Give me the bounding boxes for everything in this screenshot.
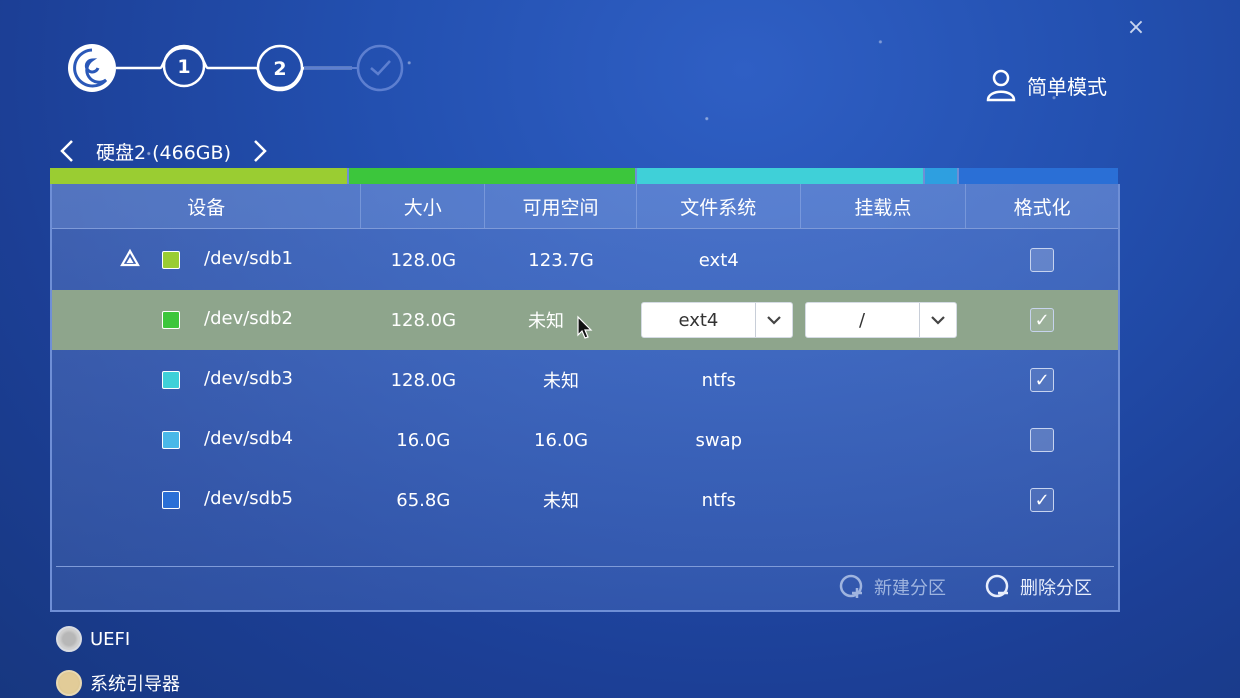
recycle-icon [120,248,140,267]
free-value: 未知 [543,491,580,512]
bootloader-option[interactable]: 系统引导器 [56,670,180,696]
free-value: 未知 [543,371,580,392]
next-disk-button[interactable] [249,136,271,166]
col-free-space: 可用空间 [485,184,637,228]
usage-segment [925,168,959,184]
device-name: /dev/sdb3 [204,368,293,389]
size-value: 128.0G [390,249,457,271]
size-value: 128.0G [390,309,457,331]
mount-value [801,470,967,530]
uefi-radio[interactable] [56,626,82,652]
partition-color-swatch [162,251,180,269]
partition-color-swatch [162,491,180,509]
format-checkbox[interactable] [1030,248,1055,272]
free-value: 123.7G [528,249,594,271]
mount-point-select-value: / [859,309,866,331]
delete-partition-label: 删除分区 [1020,578,1092,599]
add-partition-icon [839,574,863,598]
device-name: /dev/sdb2 [204,308,293,329]
simple-mode-label: 简单模式 [1027,74,1107,99]
step-indicator: 1 2 [68,44,404,92]
usage-segment [959,168,1118,184]
new-partition-button[interactable]: 新建分区 [838,573,946,601]
format-checkbox[interactable]: ✓ [1030,488,1055,512]
partition-panel: 设备 大小 可用空间 文件系统 挂载点 格式化 /dev/sdb1 128.0G… [50,184,1120,612]
table-header: 设备 大小 可用空间 文件系统 挂载点 格式化 [52,184,1118,229]
chevron-right-icon [254,140,267,162]
new-partition-label: 新建分区 [874,578,946,599]
partition-color-swatch [162,311,180,329]
filesystem-select-value: ext4 [678,309,719,331]
simple-mode-button[interactable]: 简单模式 [985,68,1107,102]
filesystem-value: ntfs [701,489,736,511]
close-button[interactable]: × [1124,16,1148,40]
filesystem-value: ext4 [698,249,739,271]
table-row[interactable]: /dev/sdb5 65.8G 未知 ntfs ✓ [52,470,1118,530]
prev-disk-button[interactable] [56,136,78,166]
bootloader-radio[interactable] [56,670,82,696]
disk-selector: 硬盘2 (466GB) [56,136,271,166]
deepin-logo-icon [68,44,116,92]
uefi-option[interactable]: UEFI [56,626,130,652]
col-mount-point: 挂载点 [801,184,967,228]
chevron-down-icon [930,316,945,325]
clock-icon [356,44,404,92]
mouse-cursor-icon [577,315,593,339]
device-name: /dev/sdb1 [204,248,293,269]
disk-label: 硬盘2 (466GB) [96,141,231,164]
device-name: /dev/sdb4 [204,428,293,449]
col-format: 格式化 [1013,196,1071,219]
delete-partition-button[interactable]: 删除分区 [984,573,1092,601]
chevron-left-icon [60,140,73,162]
size-value: 16.0G [396,429,451,451]
filesystem-select[interactable]: ext4 [640,302,793,338]
col-device: 设备 [52,184,362,228]
mount-value [801,410,967,470]
free-value: 16.0G [534,429,589,451]
mount-value [801,230,967,290]
partition-actions-bar: 新建分区 删除分区 [56,566,1114,609]
partition-color-swatch [162,431,180,449]
delete-partition-icon [985,574,1009,598]
step-1-label: 1 [177,56,190,78]
format-checkbox[interactable] [1030,428,1055,452]
usage-segment [50,168,349,184]
disk-usage-bar [50,168,1118,184]
table-row[interactable]: /dev/sdb1 128.0G 123.7G ext4 [52,230,1118,290]
size-value: 65.8G [396,489,451,511]
uefi-label: UEFI [90,628,131,650]
mount-value [801,350,967,410]
usage-segment [637,168,926,184]
format-checkbox[interactable]: ✓ [1030,308,1055,332]
device-name: /dev/sdb5 [204,488,293,509]
user-icon [986,69,1016,102]
col-size: 大小 [361,184,486,228]
step-2-label: 2 [273,58,286,80]
table-row[interactable]: /dev/sdb3 128.0G 未知 ntfs ✓ [52,350,1118,410]
partition-color-swatch [162,371,180,389]
usage-segment [348,168,637,184]
free-value: 未知 [528,311,565,332]
chevron-down-icon [767,316,781,325]
table-row[interactable]: /dev/sdb4 16.0G 16.0G swap [52,410,1118,470]
bootloader-label: 系统引导器 [90,674,180,695]
filesystem-value: swap [695,429,743,451]
table-row-selected[interactable]: /dev/sdb2 128.0G 未知 ext4 / ✓ [52,290,1118,350]
filesystem-value: ntfs [701,369,736,391]
size-value: 128.0G [390,369,457,391]
mount-point-select[interactable]: / [804,302,957,338]
col-filesystem: 文件系统 [637,184,801,228]
format-checkbox[interactable]: ✓ [1030,368,1055,392]
